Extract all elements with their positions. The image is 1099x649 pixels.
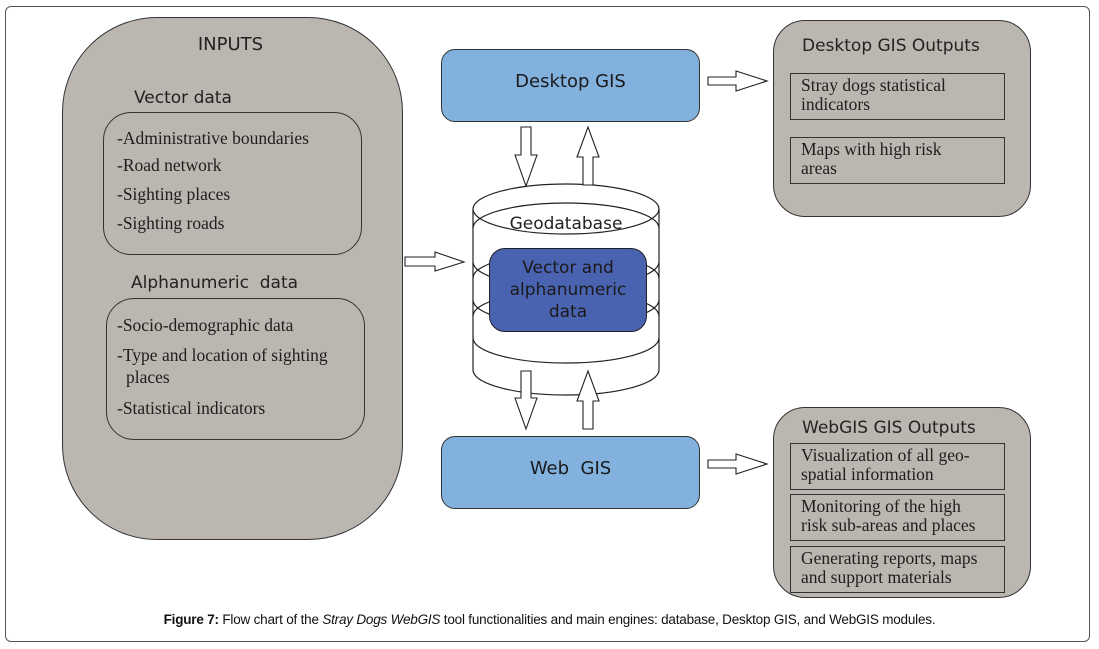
desktop-outputs-title: Desktop GIS Outputs xyxy=(802,36,980,56)
output-item-line: Maps with high risk xyxy=(801,139,942,159)
vector-item: -Sighting roads xyxy=(117,213,225,233)
vector-item: -Sighting places xyxy=(117,184,231,204)
caption-italic: Stray Dogs WebGIS xyxy=(322,612,441,627)
inputs-panel: INPUTS Vector data -Administrative bound… xyxy=(62,17,403,540)
alphanumeric-data-box: -Socio-demographic data -Type and locati… xyxy=(106,298,365,440)
database-core-line: alphanumeric xyxy=(509,280,627,300)
web-outputs-panel: WebGIS GIS Outputs Visualization of all … xyxy=(773,407,1031,598)
vector-data-box: -Administrative boundaries -Road network… xyxy=(103,112,362,255)
alphanumeric-item: -Statistical indicators xyxy=(117,398,266,418)
vector-item: -Road network xyxy=(117,155,222,175)
caption-text: tool functionalities and main engines: d… xyxy=(440,612,936,627)
database-core-box: Vector and alphanumeric data xyxy=(489,248,647,332)
web-output-item: Visualization of all geo- spatial inform… xyxy=(790,443,1005,490)
web-gis-label: Web GIS xyxy=(529,458,612,479)
output-item-line: risk sub-areas and places xyxy=(801,515,976,535)
desktop-outputs-panel: Desktop GIS Outputs Stray dogs statistic… xyxy=(773,20,1031,217)
alphanumeric-item: -Socio-demographic data xyxy=(117,315,294,335)
desktop-gis-label: Desktop GIS xyxy=(515,71,626,92)
web-gis-box: Web GIS xyxy=(441,436,700,509)
output-item-line: spatial information xyxy=(801,464,934,484)
alphanumeric-item: -Type and location of sighting xyxy=(117,345,328,365)
caption-text: Flow chart of the xyxy=(218,612,323,627)
alphanumeric-item-continued: places xyxy=(126,367,170,387)
output-item-line: areas xyxy=(801,158,837,178)
desktop-output-item: Maps with high risk areas xyxy=(790,137,1005,184)
database-core-line: Vector and xyxy=(522,258,614,278)
output-item-line: and support materials xyxy=(801,567,952,587)
output-item-line: Monitoring of the high xyxy=(801,496,961,516)
output-item-line: Visualization of all geo- xyxy=(801,445,970,465)
desktop-gis-box: Desktop GIS xyxy=(441,49,700,122)
output-item-line: indicators xyxy=(801,94,871,114)
web-output-item: Monitoring of the high risk sub-areas an… xyxy=(790,494,1005,541)
desktop-output-item: Stray dogs statistical indicators xyxy=(790,73,1005,120)
web-output-item: Generating reports, maps and support mat… xyxy=(790,546,1005,593)
caption-label: Figure 7: xyxy=(163,612,219,627)
geodatabase-label: Geodatabase xyxy=(509,214,623,234)
figure-caption: Figure 7: Flow chart of the Stray Dogs W… xyxy=(0,612,1099,627)
vector-item: -Administrative boundaries xyxy=(117,128,309,148)
database-core-line: data xyxy=(548,302,588,322)
vector-data-heading: Vector data xyxy=(134,88,232,108)
output-item-line: Stray dogs statistical xyxy=(801,75,946,95)
inputs-title: INPUTS xyxy=(197,34,264,55)
alphanumeric-data-heading: Alphanumeric data xyxy=(131,273,299,293)
output-item-line: Generating reports, maps xyxy=(801,548,978,568)
web-outputs-title: WebGIS GIS Outputs xyxy=(802,418,976,438)
